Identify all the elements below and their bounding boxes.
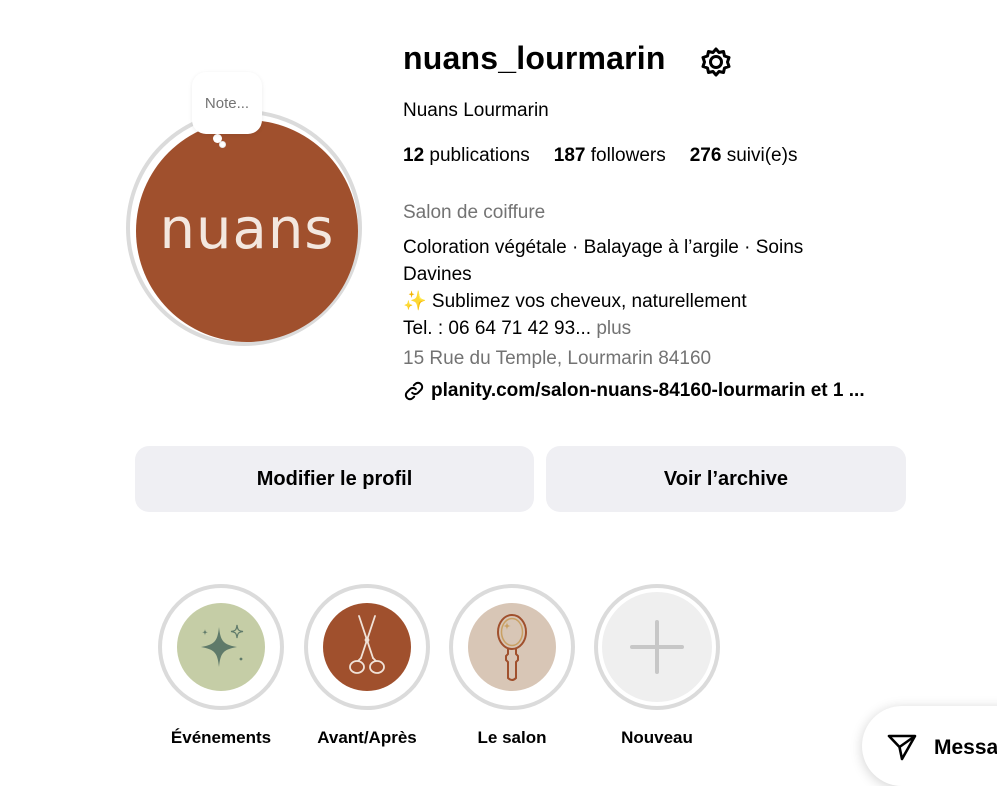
highlight-ring <box>594 584 720 710</box>
bio-phone: Tel. : 06 64 71 42 93... <box>403 318 592 339</box>
messages-label: Messa <box>934 736 997 759</box>
highlight-ring <box>158 584 284 710</box>
profile-stats: 12 publications 187 followers 276 suivi(… <box>403 145 797 167</box>
profile-address[interactable]: 15 Rue du Temple, Lourmarin 84160 <box>403 348 711 370</box>
scissors-icon <box>349 615 385 674</box>
plus-icon <box>630 620 684 674</box>
sparkles-icon <box>201 624 244 667</box>
highlight-cover <box>468 603 556 691</box>
highlight-cover <box>323 603 411 691</box>
highlight-label: Avant/Après <box>317 728 417 747</box>
settings-gear-icon[interactable] <box>700 46 732 78</box>
profile-category: Salon de coiffure <box>403 202 546 223</box>
highlight-nouveau[interactable]: Nouveau <box>594 584 720 748</box>
bio-line-phone: Tel. : 06 64 71 42 93... plus <box>403 315 843 342</box>
edit-profile-button[interactable]: Modifier le profil <box>135 446 534 512</box>
followers-label: followers <box>590 145 666 166</box>
highlight-cover <box>602 592 712 702</box>
followers-stat[interactable]: 187 followers <box>554 145 666 167</box>
profile-link-text: planity.com/salon-nuans-84160-lourmarin … <box>431 380 865 401</box>
profile-bio: Coloration végétale · Balayage à l’argil… <box>403 234 843 342</box>
profile-full-name: Nuans Lourmarin <box>403 100 549 121</box>
note-placeholder: Note... <box>204 94 250 112</box>
bio-line-tagline: ✨ Sublimez vos cheveux, naturellement <box>403 291 747 312</box>
note-bubble-tail-dot <box>220 142 225 147</box>
bio-line-services: Coloration végétale · Balayage à l’argil… <box>403 237 804 285</box>
profile-link[interactable]: planity.com/salon-nuans-84160-lourmarin … <box>403 380 865 402</box>
following-label: suivi(e)s <box>726 145 798 166</box>
highlight-ring <box>449 584 575 710</box>
bio-more-link[interactable]: plus <box>596 318 631 339</box>
link-icon <box>404 381 424 401</box>
paper-plane-icon <box>887 734 917 761</box>
posts-label: publications <box>429 145 530 166</box>
following-stat[interactable]: 276 suivi(e)s <box>690 145 798 167</box>
following-count: 276 <box>689 145 722 166</box>
highlight-le-salon[interactable]: Le salon <box>449 584 575 748</box>
view-archive-button[interactable]: Voir l’archive <box>546 446 906 512</box>
highlight-ring <box>304 584 430 710</box>
profile-username: nuans_lourmarin <box>403 40 666 76</box>
followers-count: 187 <box>553 145 586 166</box>
highlight-label: Le salon <box>477 728 547 747</box>
avatar-logo: nuans <box>159 196 335 262</box>
highlight-label: Événements <box>170 728 272 747</box>
highlight-avant-apres[interactable]: Avant/Après <box>304 584 430 748</box>
posts-count: 12 <box>403 145 425 166</box>
hand-mirror-icon <box>497 614 527 681</box>
note-bubble[interactable]: Note... <box>192 72 262 134</box>
posts-stat: 12 publications <box>403 145 530 167</box>
highlight-cover <box>177 603 265 691</box>
highlight-label: Nouveau <box>621 728 693 747</box>
highlight-evenements[interactable]: Événements <box>158 584 284 748</box>
profile-avatar[interactable]: nuans <box>136 120 358 342</box>
